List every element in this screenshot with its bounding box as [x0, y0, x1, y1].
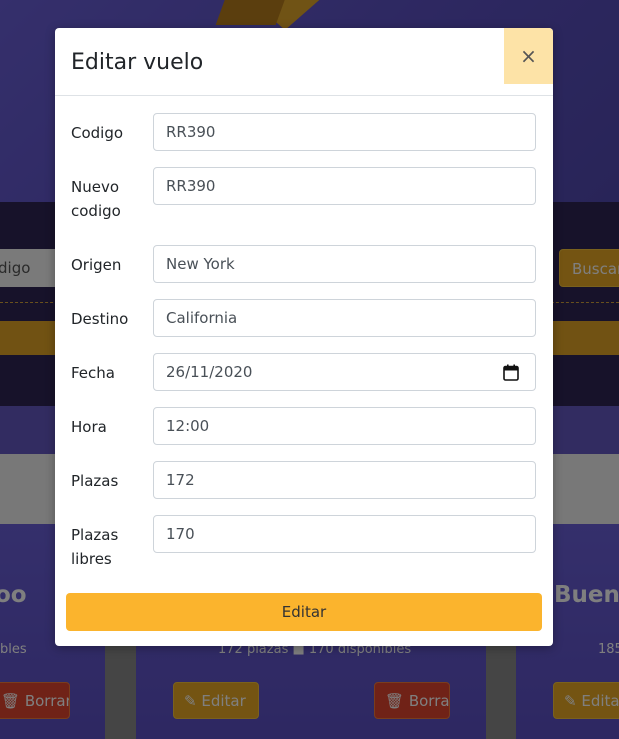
nuevo-codigo-label: Nuevo codigo [71, 178, 121, 220]
destino-label: Destino [71, 310, 129, 328]
codigo-label: Codigo [71, 124, 124, 142]
plazas-libres-input[interactable]: 170 [153, 515, 536, 553]
plazas-input[interactable]: 172 [153, 461, 536, 499]
destino-input[interactable]: California [153, 299, 536, 337]
fecha-value: 26/11/2020 [166, 363, 253, 381]
calendar-icon[interactable] [503, 364, 519, 381]
modal-title: Editar vuelo [71, 50, 204, 75]
plazas-libres-label: Plazas libres [71, 526, 119, 568]
nuevo-codigo-input[interactable]: RR390 [153, 167, 536, 205]
submit-edit-button[interactable]: Editar [66, 593, 542, 631]
close-icon: × [520, 44, 537, 68]
codigo-input[interactable]: RR390 [153, 113, 536, 151]
origen-label: Origen [71, 256, 122, 274]
edit-flight-modal: Editar vuelo × Codigo RR390 Nuevo codigo… [55, 28, 553, 646]
modal-header: Editar vuelo × [55, 28, 553, 96]
fecha-input[interactable]: 26/11/2020 [153, 353, 536, 391]
hora-label: Hora [71, 418, 107, 436]
origen-input[interactable]: New York [153, 245, 536, 283]
hora-input[interactable]: 12:00 [153, 407, 536, 445]
plazas-label: Plazas [71, 472, 119, 490]
fecha-label: Fecha [71, 364, 115, 382]
close-button[interactable]: × [504, 28, 553, 84]
